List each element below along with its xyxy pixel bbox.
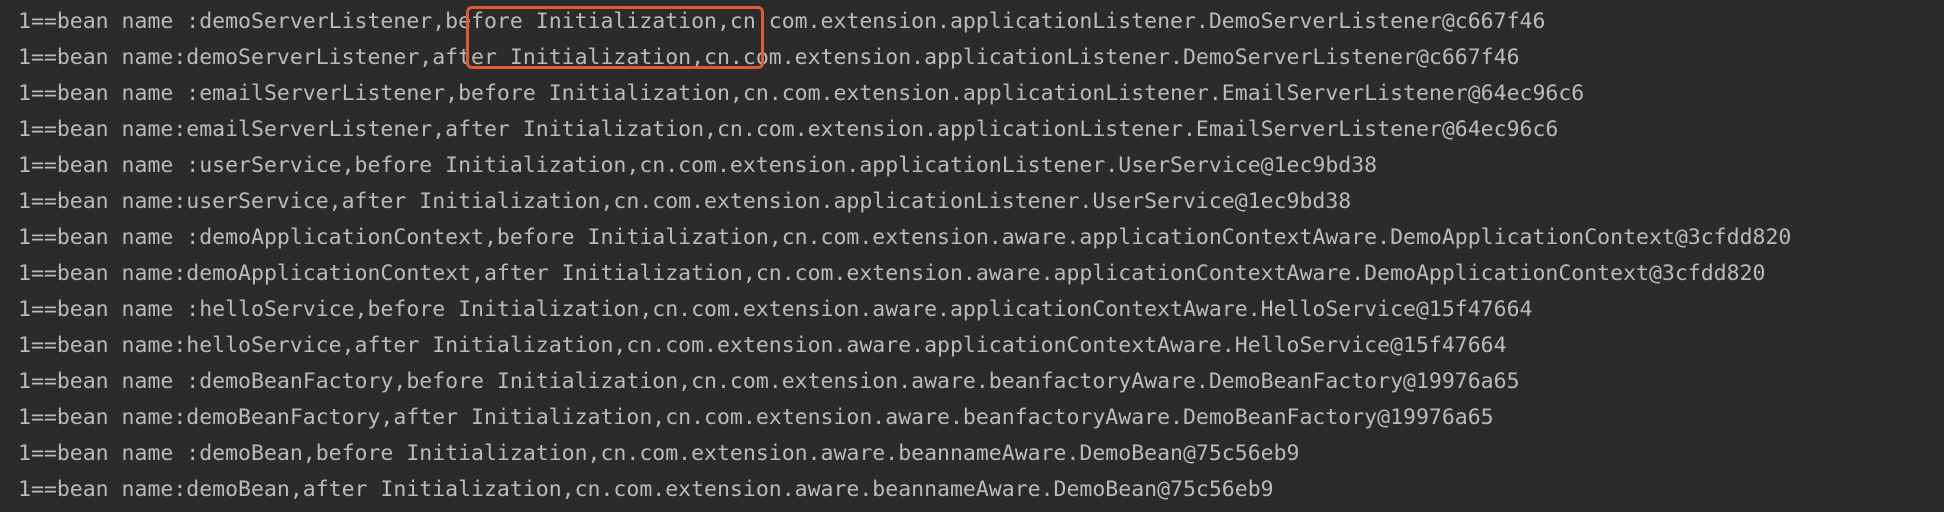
- log-line: 1==bean name:demoBean,after Initializati…: [18, 477, 1274, 502]
- log-line: 1==bean name :demoServerListener,before …: [18, 9, 1546, 34]
- log-line: 1==bean name :emailServerListener,before…: [18, 81, 1585, 106]
- log-line: 1==bean name:emailServerListener,after I…: [18, 117, 1559, 142]
- log-line: 1==bean name :helloService,before Initia…: [18, 297, 1533, 322]
- console-output[interactable]: 1==bean name :demoServerListener,before …: [0, 0, 1944, 512]
- log-line: 1==bean name:demoApplicationContext,afte…: [18, 261, 1766, 286]
- log-line: 1==bean name:demoServerListener,after In…: [18, 45, 1520, 70]
- log-line: 1==bean name :userService,before Initial…: [18, 153, 1378, 178]
- log-line: 1==bean name :demoBeanFactory,before Ini…: [18, 369, 1520, 394]
- log-line: 1==bean name :demoBean,before Initializa…: [18, 441, 1300, 466]
- log-line: 1==bean name :demoApplicationContext,bef…: [18, 225, 1792, 250]
- log-line: 1==bean name:demoBeanFactory,after Initi…: [18, 405, 1494, 430]
- log-line: 1==bean name:userService,after Initializ…: [18, 189, 1352, 214]
- log-line: 1==bean name:helloService,after Initiali…: [18, 333, 1507, 358]
